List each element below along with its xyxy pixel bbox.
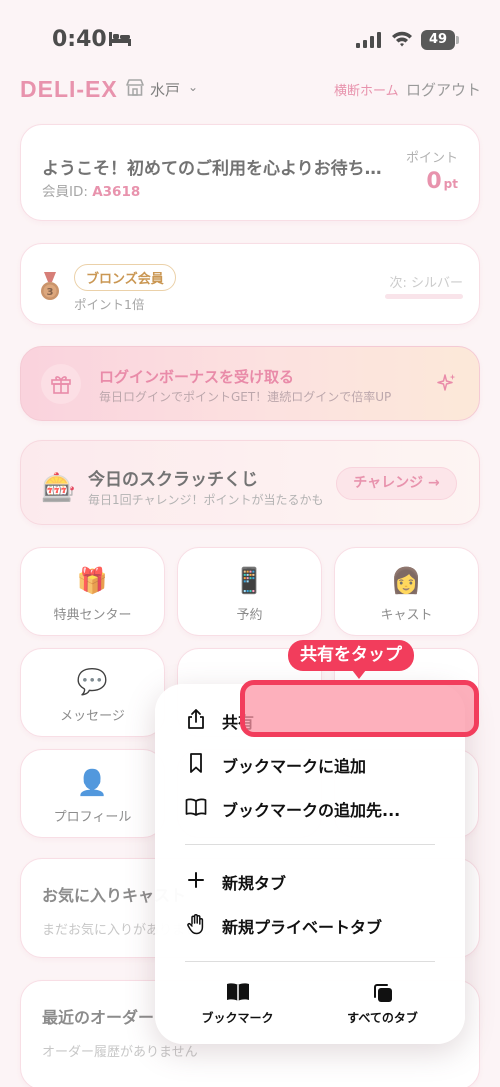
- bookmarks-button[interactable]: ブックマーク: [160, 974, 315, 1029]
- menu-add-bookmark-label: ブックマークに追加: [222, 757, 367, 776]
- plus-icon: [188, 872, 204, 888]
- menu-divider: [185, 844, 435, 845]
- menu-new-tab-label: 新規タブ: [222, 874, 287, 893]
- all-tabs-button[interactable]: すべてのタブ: [305, 974, 460, 1029]
- tap-share-callout: 共有をタップ: [288, 640, 414, 671]
- menu-new-tab[interactable]: 新規タブ: [155, 859, 465, 903]
- callout-arrow: [352, 670, 366, 679]
- hand-icon: [187, 914, 204, 935]
- tabs-icon: [305, 982, 460, 1008]
- menu-bookmark-to-label: ブックマークの追加先...: [222, 801, 401, 820]
- bookmark-icon: [190, 753, 202, 773]
- menu-bookmark-to[interactable]: ブックマークの追加先...: [155, 786, 465, 830]
- menu-divider-bottom: [185, 961, 435, 962]
- bookmarks-book-icon: [160, 982, 315, 1006]
- menu-new-private-tab-label: 新規プライベートタブ: [222, 918, 383, 937]
- menu-add-bookmark[interactable]: ブックマークに追加: [155, 742, 465, 786]
- bookmarks-label: ブックマーク: [201, 1011, 274, 1025]
- menu-new-private-tab[interactable]: 新規プライベートタブ: [155, 903, 465, 947]
- share-highlight-box[interactable]: [240, 680, 479, 737]
- share-context-menu: 共有 ブックマークに追加 ブックマークの追加先... 新規タブ 新規プライベート…: [155, 684, 465, 1044]
- open-book-icon: [185, 798, 207, 816]
- all-tabs-label: すべてのタブ: [347, 1011, 418, 1025]
- share-icon: [188, 709, 204, 729]
